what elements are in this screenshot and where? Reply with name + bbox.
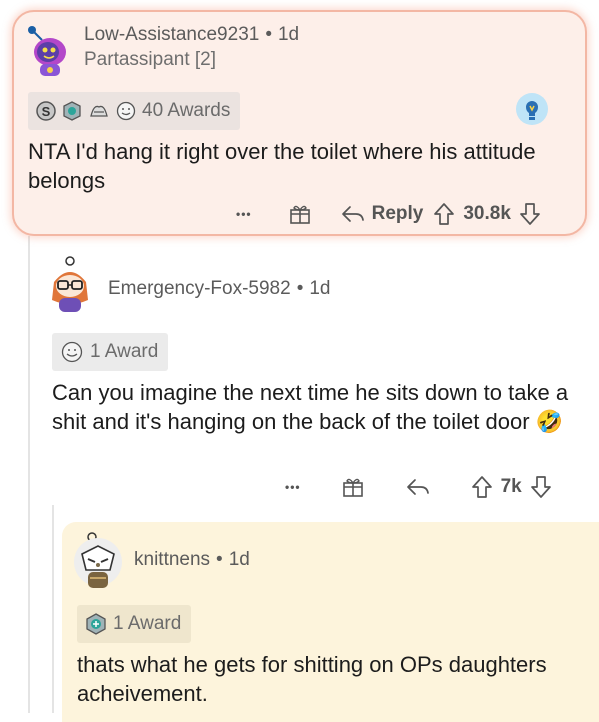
comment-actions: ••• Reply 30.8k (236, 202, 541, 226)
helpful-award-icon (62, 101, 82, 121)
helpful-award-icon (85, 613, 107, 635)
awards-count: 1 Award (113, 613, 182, 634)
user-flair: Partassipant [2] (84, 49, 217, 70)
avatar[interactable] (72, 532, 124, 590)
username[interactable]: Low-Assistance9231 (84, 24, 259, 45)
reply-button[interactable] (405, 477, 431, 497)
downvote-icon[interactable] (519, 202, 541, 226)
awards-count: 40 Awards (142, 100, 231, 121)
awards-pill[interactable]: 1 Award (52, 333, 169, 371)
reply-button[interactable]: Reply (340, 203, 423, 225)
comment-actions: ••• 7k (285, 475, 552, 499)
more-options-button[interactable]: ••• (236, 207, 252, 221)
thread-line (52, 505, 54, 713)
comment-age: 1d (309, 278, 331, 299)
comment-body: thats what he gets for shitting on OPs d… (77, 652, 547, 706)
comment-body: Can you imagine the next time he sits do… (52, 380, 569, 434)
comment-author-line: Emergency-Fox-5982 • 1d (108, 278, 331, 299)
smile-award-icon (116, 101, 136, 121)
lightbulb-award-icon (514, 92, 550, 130)
snoo-avatar-icon (28, 26, 66, 76)
comment-body: NTA I'd hang it right over the toilet wh… (28, 139, 536, 193)
snoo-avatar-icon (52, 256, 88, 312)
more-options-button[interactable]: ••• (285, 480, 301, 494)
reply-arrow-icon (406, 479, 429, 495)
snoo-avatar-icon (74, 532, 122, 588)
give-award-icon[interactable] (341, 475, 365, 499)
highlighted-comment: Low-Assistance9231 • 1d Partassipant [2] S… (12, 10, 587, 236)
avatar[interactable] (44, 256, 96, 312)
vote-score: 30.8k (463, 203, 511, 224)
upvote-icon[interactable] (433, 202, 455, 226)
username[interactable]: Emergency-Fox-5982 (108, 278, 291, 299)
vote-score: 7k (500, 476, 522, 497)
smile-award-icon (60, 341, 84, 363)
rofl-emoji: 🤣 (535, 409, 564, 434)
awards-pill[interactable]: S 40 Awards (28, 92, 241, 130)
downvote-icon[interactable] (530, 475, 552, 499)
username[interactable]: knittnens (134, 549, 210, 570)
comment-age: 1d (228, 549, 250, 570)
thread-line (28, 236, 30, 713)
comment-author-line: Low-Assistance9231 • 1d (84, 24, 300, 45)
svg-text:S: S (42, 104, 51, 119)
nested-reply-comment: knittnens • 1d 1 Award thats what he gets … (62, 522, 599, 722)
comment-author-line: knittnens • 1d (134, 549, 250, 570)
awards-pill[interactable]: 1 Award (77, 605, 192, 643)
reply-arrow-icon (341, 206, 364, 222)
give-award-icon[interactable] (288, 202, 312, 226)
avatar[interactable] (24, 26, 72, 76)
comment-age: 1d (277, 24, 300, 45)
hug-award-icon (88, 101, 110, 121)
upvote-icon[interactable] (471, 475, 493, 499)
silver-award-icon: S (36, 101, 56, 121)
awards-count: 1 Award (90, 341, 159, 362)
